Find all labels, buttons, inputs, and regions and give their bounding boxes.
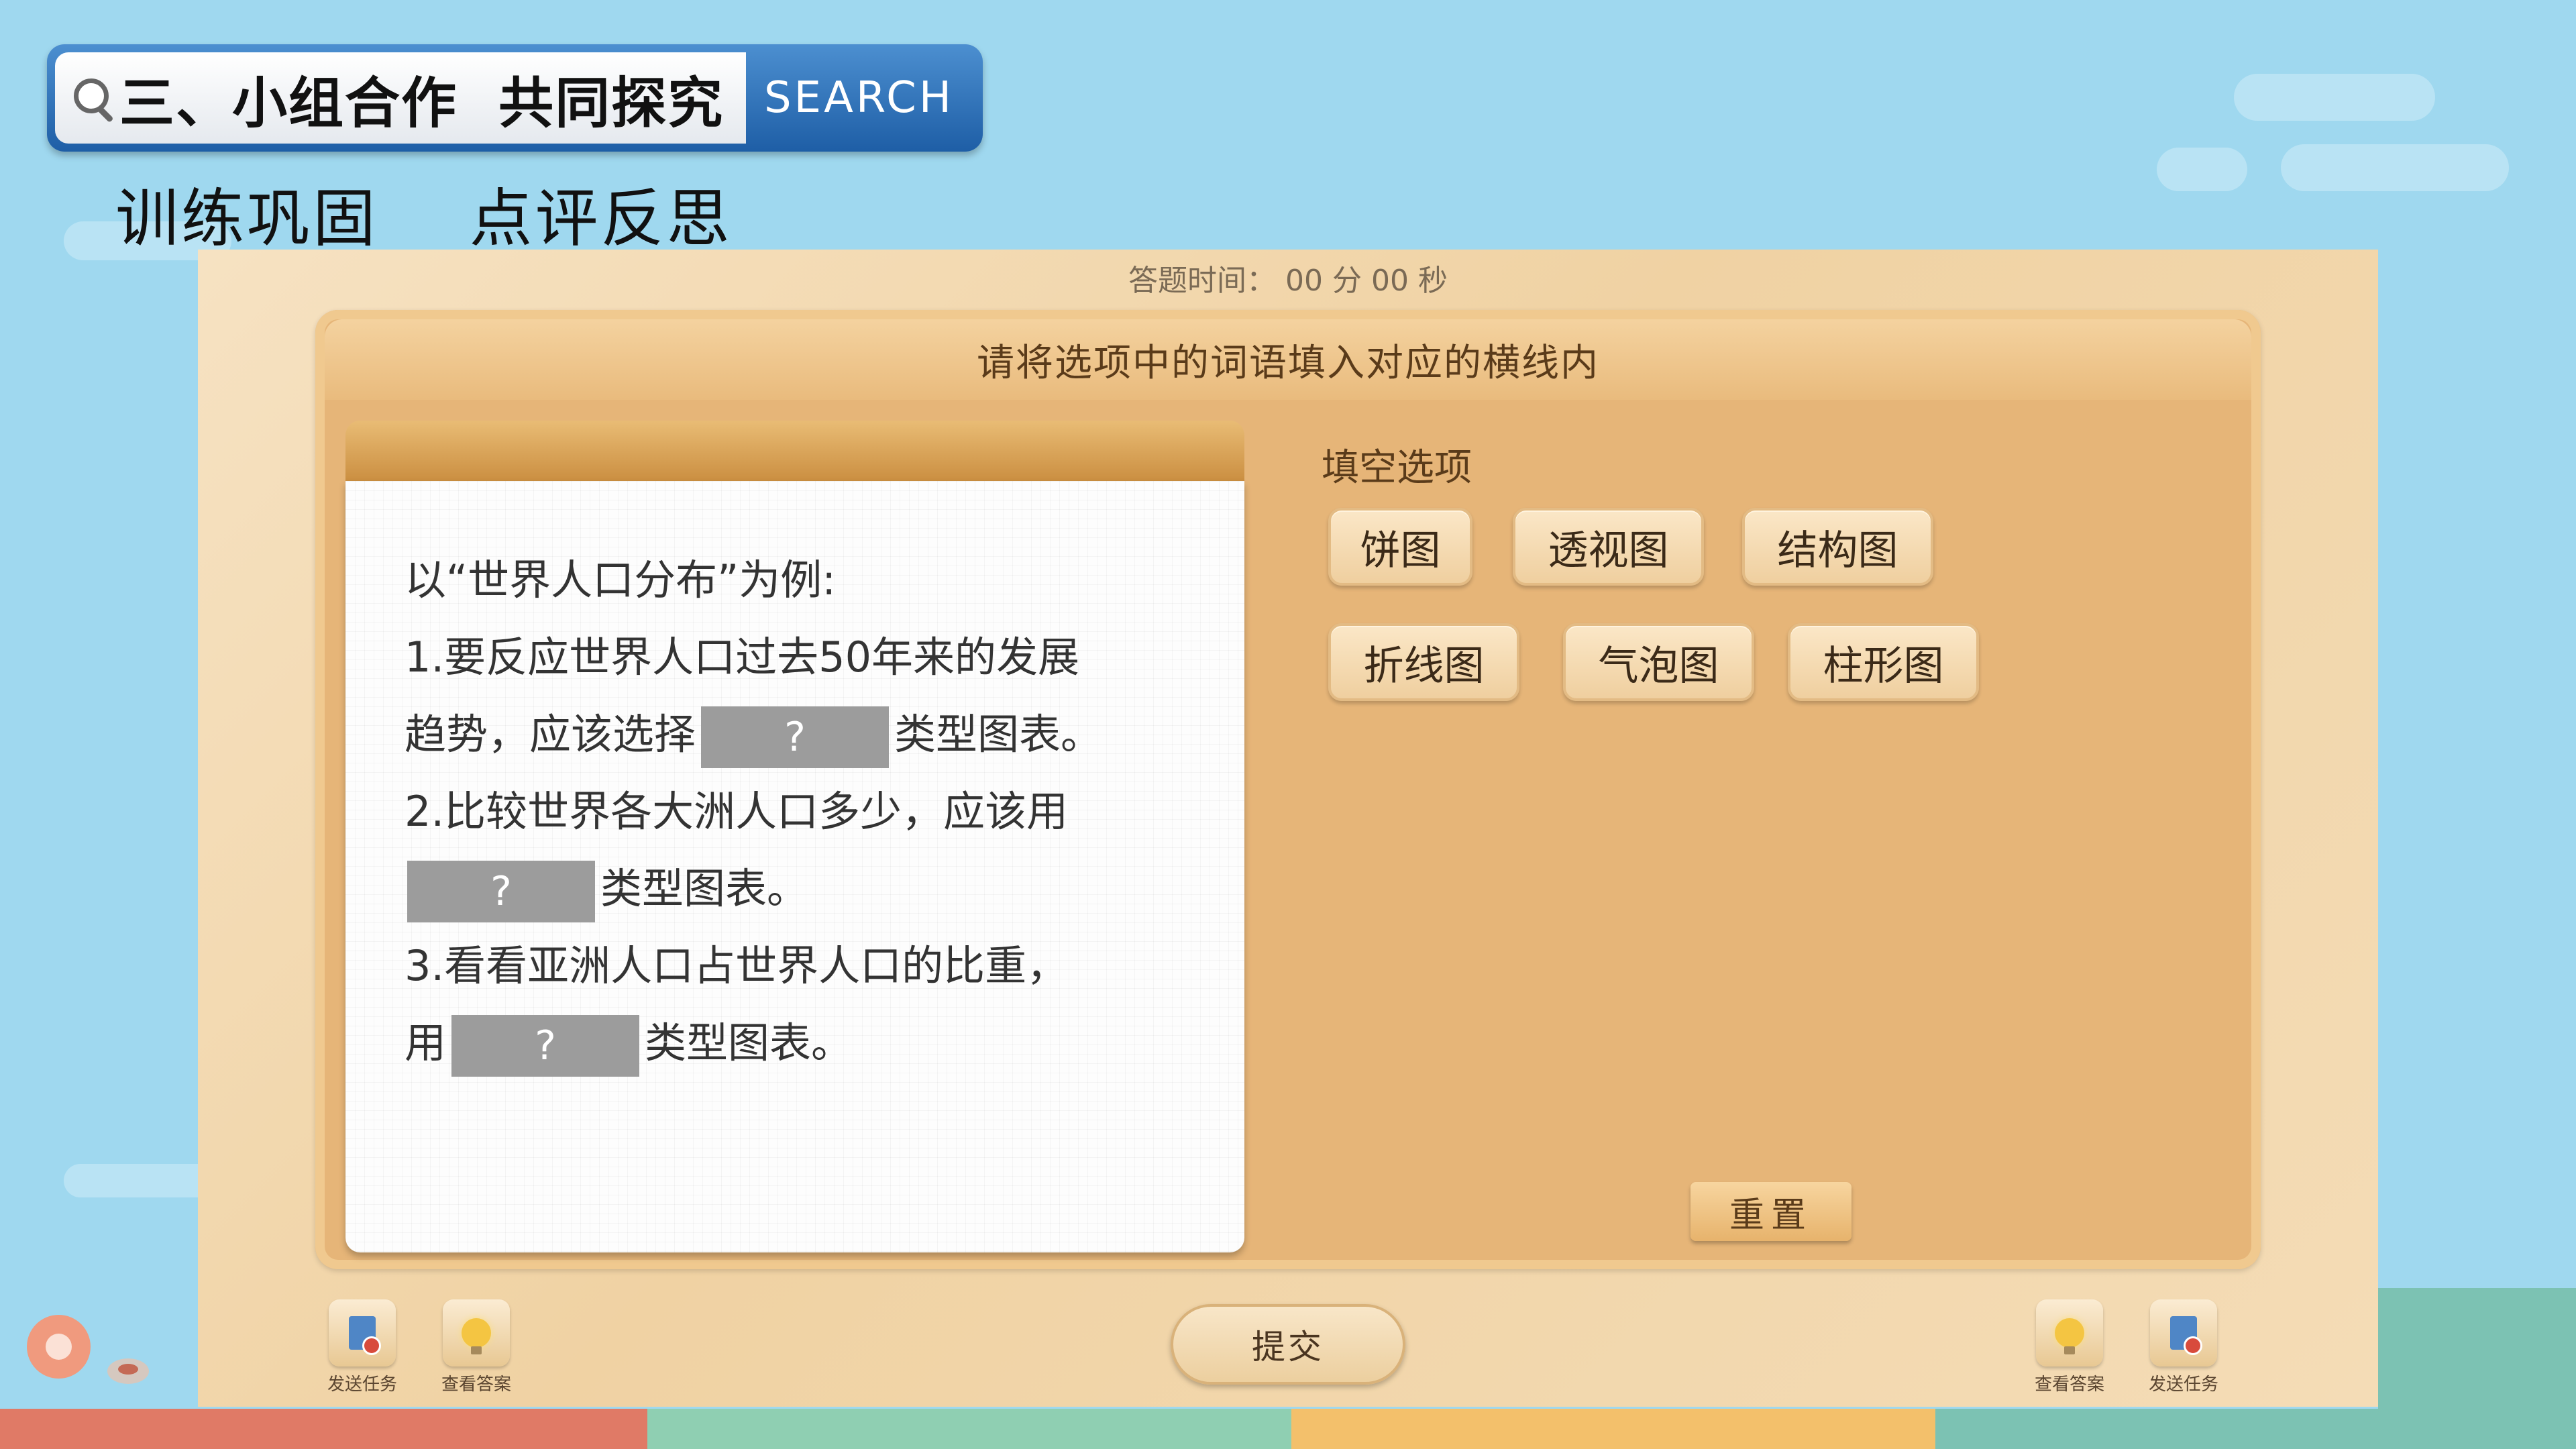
option-line-chart[interactable]: 折线图 [1328,623,1519,701]
view-answer-label: 查看答案 [441,1375,511,1395]
send-task-icon [2150,1299,2217,1366]
answer-blank-2[interactable]: ? [407,860,595,922]
option-perspective-chart[interactable]: 透视图 [1513,508,1704,586]
gear-icon [27,1315,91,1379]
cloud-decoration [2157,148,2247,191]
bottom-stripe-teal [1935,1409,2576,1449]
section-subtitle: 训练巩固 点评反思 [115,182,733,256]
question-3-line-1: 3.看看亚洲人口占世界人口的比重， [405,941,1069,990]
option-structure-chart[interactable]: 结构图 [1742,508,1933,586]
option-bar-chart[interactable]: 柱形图 [1788,623,1979,701]
send-task-label: 发送任务 [327,1375,397,1395]
submit-button[interactable]: 提交 [1171,1304,1405,1385]
bottom-stripe-green [647,1409,1291,1449]
send-task-button-left[interactable]: 发送任务 [322,1299,402,1395]
reset-button[interactable]: 重置 [1690,1182,1851,1241]
question-2-line-1: 2.比较世界各大洲人口多少，应该用 [405,787,1069,836]
cloud-decoration [2281,144,2509,191]
answer-blank-1[interactable]: ? [701,706,890,768]
question-1-suffix: 类型图表。 [894,710,1103,759]
right-teal-block [2378,1288,2576,1409]
lightbulb-icon [443,1299,510,1366]
options-label: 填空选项 [1322,446,1472,490]
lightbulb-icon [2036,1299,2103,1366]
search-field[interactable]: 三、小组合作 共同探究 [55,52,746,144]
instruction-header: 请将选项中的词语填入对应的横线内 [325,319,2251,400]
cloud-decoration [2234,74,2435,121]
exercise-panel: 请将选项中的词语填入对应的横线内 以“世界人口分布”为例: 1.要反应世界人口过… [315,310,2261,1269]
exercise-board: 答题时间： 00 分 00 秒 请将选项中的词语填入对应的横线内 以“世界人口分… [198,250,2378,1407]
answer-blank-3[interactable]: ? [451,1014,640,1077]
view-answer-label: 查看答案 [2034,1375,2104,1395]
question-3-text: 用 [405,1018,447,1067]
question-1-line-2: 趋势，应该选择? 类型图表。 [405,696,1210,773]
question-1-line-1: 1.要反应世界人口过去50年来的发展 [405,633,1080,682]
option-pie-chart[interactable]: 饼图 [1328,508,1472,586]
question-card: 以“世界人口分布”为例: 1.要反应世界人口过去50年来的发展 趋势，应该选择?… [345,481,1244,1252]
view-answer-button-right[interactable]: 查看答案 [2029,1299,2110,1395]
view-answer-button-left[interactable]: 查看答案 [436,1299,517,1395]
section-title: 三、小组合作 共同探究 [119,71,724,136]
option-bubble-chart[interactable]: 气泡图 [1563,623,1754,701]
send-task-icon [329,1299,396,1366]
bottom-stripe-red [0,1409,647,1449]
send-task-button-right[interactable]: 发送任务 [2143,1299,2224,1395]
answer-timer: 答题时间： 00 分 00 秒 [1128,264,1448,298]
question-intro: 以“世界人口分布”为例: [405,555,837,604]
search-button[interactable]: SEARCH [743,52,975,144]
question-3-suffix: 类型图表。 [645,1018,853,1067]
send-task-label: 发送任务 [2148,1375,2218,1395]
question-2-line-2: ? 类型图表。 [405,850,1210,927]
question-card-tab [345,421,1244,484]
bottom-stripe-yellow [1291,1409,1935,1449]
question-2-suffix: 类型图表。 [600,864,809,913]
search-icon [70,74,117,123]
section-header-bar: 三、小组合作 共同探究 SEARCH [47,44,983,152]
question-3-line-2: 用? 类型图表。 [405,1004,1210,1081]
question-1-text: 趋势，应该选择 [405,710,696,759]
disc-decoration [107,1358,149,1384]
question-text: 以“世界人口分布”为例: 1.要反应世界人口过去50年来的发展 趋势，应该选择?… [405,541,1210,1081]
